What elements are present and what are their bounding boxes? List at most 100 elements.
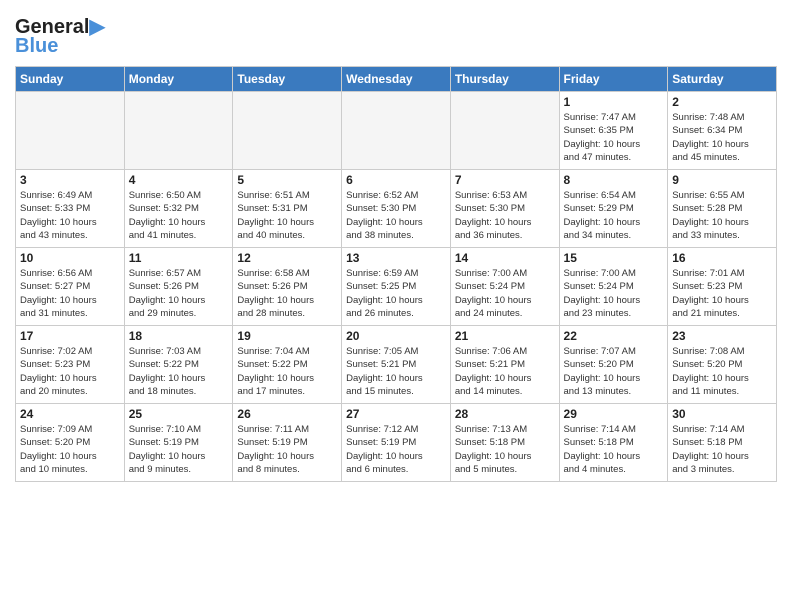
day-number: 7 [455,173,555,187]
day-cell: 16 Sunrise: 7:01 AM Sunset: 5:23 PM Dayli… [668,248,777,326]
day-cell: 9 Sunrise: 6:55 AM Sunset: 5:28 PM Daylig… [668,170,777,248]
day-cell [450,92,559,170]
day-number: 8 [564,173,664,187]
day-info: Sunrise: 7:05 AM Sunset: 5:21 PM Dayligh… [346,345,446,398]
day-info: Sunrise: 6:55 AM Sunset: 5:28 PM Dayligh… [672,189,772,242]
day-number: 16 [672,251,772,265]
day-info: Sunrise: 6:52 AM Sunset: 5:30 PM Dayligh… [346,189,446,242]
weekday-monday: Monday [124,67,233,92]
weekday-wednesday: Wednesday [342,67,451,92]
day-cell: 27 Sunrise: 7:12 AM Sunset: 5:19 PM Dayli… [342,404,451,482]
day-number: 24 [20,407,120,421]
day-cell: 3 Sunrise: 6:49 AM Sunset: 5:33 PM Daylig… [16,170,125,248]
day-cell [124,92,233,170]
day-number: 29 [564,407,664,421]
day-info: Sunrise: 6:59 AM Sunset: 5:25 PM Dayligh… [346,267,446,320]
week-row-1: 1 Sunrise: 7:47 AM Sunset: 6:35 PM Daylig… [16,92,777,170]
week-row-3: 10Sunrise: 6:56 AM Sunset: 5:27 PM Dayli… [16,248,777,326]
day-number: 14 [455,251,555,265]
day-cell [16,92,125,170]
calendar-table: SundayMondayTuesdayWednesdayThursdayFrid… [15,66,777,482]
weekday-thursday: Thursday [450,67,559,92]
day-cell: 26Sunrise: 7:11 AM Sunset: 5:19 PM Dayli… [233,404,342,482]
week-row-4: 17 Sunrise: 7:02 AM Sunset: 5:23 PM Dayli… [16,326,777,404]
day-cell [342,92,451,170]
day-cell: 25 Sunrise: 7:10 AM Sunset: 5:19 PM Dayli… [124,404,233,482]
day-cell: 22 Sunrise: 7:07 AM Sunset: 5:20 PM Dayli… [559,326,668,404]
day-number: 25 [129,407,229,421]
day-number: 27 [346,407,446,421]
day-info: Sunrise: 7:14 AM Sunset: 5:18 PM Dayligh… [564,423,664,476]
day-info: Sunrise: 7:04 AM Sunset: 5:22 PM Dayligh… [237,345,337,398]
weekday-sunday: Sunday [16,67,125,92]
day-info: Sunrise: 7:07 AM Sunset: 5:20 PM Dayligh… [564,345,664,398]
day-number: 13 [346,251,446,265]
day-cell: 12Sunrise: 6:58 AM Sunset: 5:26 PM Dayli… [233,248,342,326]
day-number: 17 [20,329,120,343]
day-cell: 29 Sunrise: 7:14 AM Sunset: 5:18 PM Dayli… [559,404,668,482]
week-row-2: 3 Sunrise: 6:49 AM Sunset: 5:33 PM Daylig… [16,170,777,248]
day-cell: 18Sunrise: 7:03 AM Sunset: 5:22 PM Dayli… [124,326,233,404]
day-cell: 19 Sunrise: 7:04 AM Sunset: 5:22 PM Dayli… [233,326,342,404]
weekday-friday: Friday [559,67,668,92]
day-cell: 28 Sunrise: 7:13 AM Sunset: 5:18 PM Dayli… [450,404,559,482]
day-cell: 23 Sunrise: 7:08 AM Sunset: 5:20 PM Dayli… [668,326,777,404]
day-number: 4 [129,173,229,187]
day-number: 28 [455,407,555,421]
day-number: 12 [237,251,337,265]
day-number: 3 [20,173,120,187]
day-info: Sunrise: 7:10 AM Sunset: 5:19 PM Dayligh… [129,423,229,476]
day-number: 30 [672,407,772,421]
day-info: Sunrise: 6:50 AM Sunset: 5:32 PM Dayligh… [129,189,229,242]
day-number: 22 [564,329,664,343]
weekday-tuesday: Tuesday [233,67,342,92]
weekday-saturday: Saturday [668,67,777,92]
day-info: Sunrise: 7:00 AM Sunset: 5:24 PM Dayligh… [455,267,555,320]
day-info: Sunrise: 7:08 AM Sunset: 5:20 PM Dayligh… [672,345,772,398]
day-cell [233,92,342,170]
day-cell: 11Sunrise: 6:57 AM Sunset: 5:26 PM Dayli… [124,248,233,326]
day-number: 1 [564,95,664,109]
day-number: 15 [564,251,664,265]
day-cell: 14 Sunrise: 7:00 AM Sunset: 5:24 PM Dayli… [450,248,559,326]
day-cell: 24Sunrise: 7:09 AM Sunset: 5:20 PM Dayli… [16,404,125,482]
day-number: 21 [455,329,555,343]
day-info: Sunrise: 6:54 AM Sunset: 5:29 PM Dayligh… [564,189,664,242]
day-number: 2 [672,95,772,109]
day-cell: 2 Sunrise: 7:48 AM Sunset: 6:34 PM Daylig… [668,92,777,170]
day-info: Sunrise: 7:14 AM Sunset: 5:18 PM Dayligh… [672,423,772,476]
day-number: 23 [672,329,772,343]
day-cell: 30 Sunrise: 7:14 AM Sunset: 5:18 PM Dayli… [668,404,777,482]
week-row-5: 24Sunrise: 7:09 AM Sunset: 5:20 PM Dayli… [16,404,777,482]
day-number: 18 [129,329,229,343]
day-cell: 6 Sunrise: 6:52 AM Sunset: 5:30 PM Daylig… [342,170,451,248]
day-info: Sunrise: 7:01 AM Sunset: 5:23 PM Dayligh… [672,267,772,320]
day-number: 20 [346,329,446,343]
logo: General▶ Blue [15,14,105,58]
main-container: General▶ Blue SundayMondayTuesdayWednesd… [0,0,792,487]
day-cell: 7Sunrise: 6:53 AM Sunset: 5:30 PM Daylig… [450,170,559,248]
day-info: Sunrise: 7:11 AM Sunset: 5:19 PM Dayligh… [237,423,337,476]
day-info: Sunrise: 7:06 AM Sunset: 5:21 PM Dayligh… [455,345,555,398]
day-cell: 15Sunrise: 7:00 AM Sunset: 5:24 PM Dayli… [559,248,668,326]
day-cell: 13 Sunrise: 6:59 AM Sunset: 5:25 PM Dayli… [342,248,451,326]
day-info: Sunrise: 7:48 AM Sunset: 6:34 PM Dayligh… [672,111,772,164]
day-cell: 17 Sunrise: 7:02 AM Sunset: 5:23 PM Dayli… [16,326,125,404]
day-cell: 10Sunrise: 6:56 AM Sunset: 5:27 PM Dayli… [16,248,125,326]
day-info: Sunrise: 6:56 AM Sunset: 5:27 PM Dayligh… [20,267,120,320]
day-cell: 21 Sunrise: 7:06 AM Sunset: 5:21 PM Dayli… [450,326,559,404]
day-info: Sunrise: 6:57 AM Sunset: 5:26 PM Dayligh… [129,267,229,320]
day-number: 19 [237,329,337,343]
day-info: Sunrise: 7:47 AM Sunset: 6:35 PM Dayligh… [564,111,664,164]
day-cell: 8 Sunrise: 6:54 AM Sunset: 5:29 PM Daylig… [559,170,668,248]
day-info: Sunrise: 7:02 AM Sunset: 5:23 PM Dayligh… [20,345,120,398]
day-number: 6 [346,173,446,187]
day-cell: 20 Sunrise: 7:05 AM Sunset: 5:21 PM Dayli… [342,326,451,404]
day-number: 9 [672,173,772,187]
header: General▶ Blue [15,10,777,58]
day-info: Sunrise: 7:12 AM Sunset: 5:19 PM Dayligh… [346,423,446,476]
day-info: Sunrise: 6:51 AM Sunset: 5:31 PM Dayligh… [237,189,337,242]
day-info: Sunrise: 6:49 AM Sunset: 5:33 PM Dayligh… [20,189,120,242]
day-cell: 4 Sunrise: 6:50 AM Sunset: 5:32 PM Daylig… [124,170,233,248]
day-info: Sunrise: 7:13 AM Sunset: 5:18 PM Dayligh… [455,423,555,476]
